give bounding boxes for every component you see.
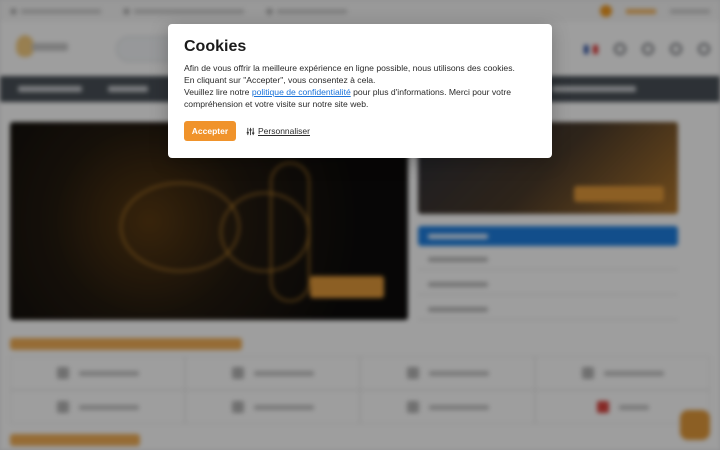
cookie-dialog-title: Cookies bbox=[184, 38, 247, 55]
sliders-icon bbox=[246, 127, 255, 135]
cookie-consent-dialog: Cookies Afin de vous offrir la meilleure… bbox=[168, 24, 552, 158]
customize-cookies-label: Personnaliser bbox=[258, 126, 310, 136]
cookie-dialog-actions: Accepter Personnaliser bbox=[184, 121, 536, 141]
cookie-text-line3-start: Veuillez lire notre bbox=[184, 87, 252, 97]
accept-cookies-button[interactable]: Accepter bbox=[184, 121, 236, 141]
cookie-text-line1: Afin de vous offrir la meilleure expérie… bbox=[184, 63, 515, 73]
customize-cookies-button[interactable]: Personnaliser bbox=[246, 126, 310, 136]
cookie-text-line2: En cliquant sur "Accepter", vous consent… bbox=[184, 75, 376, 85]
privacy-policy-link[interactable]: politique de confidentialité bbox=[252, 87, 351, 97]
cookie-dialog-text: Afin de vous offrir la meilleure expérie… bbox=[184, 62, 536, 110]
